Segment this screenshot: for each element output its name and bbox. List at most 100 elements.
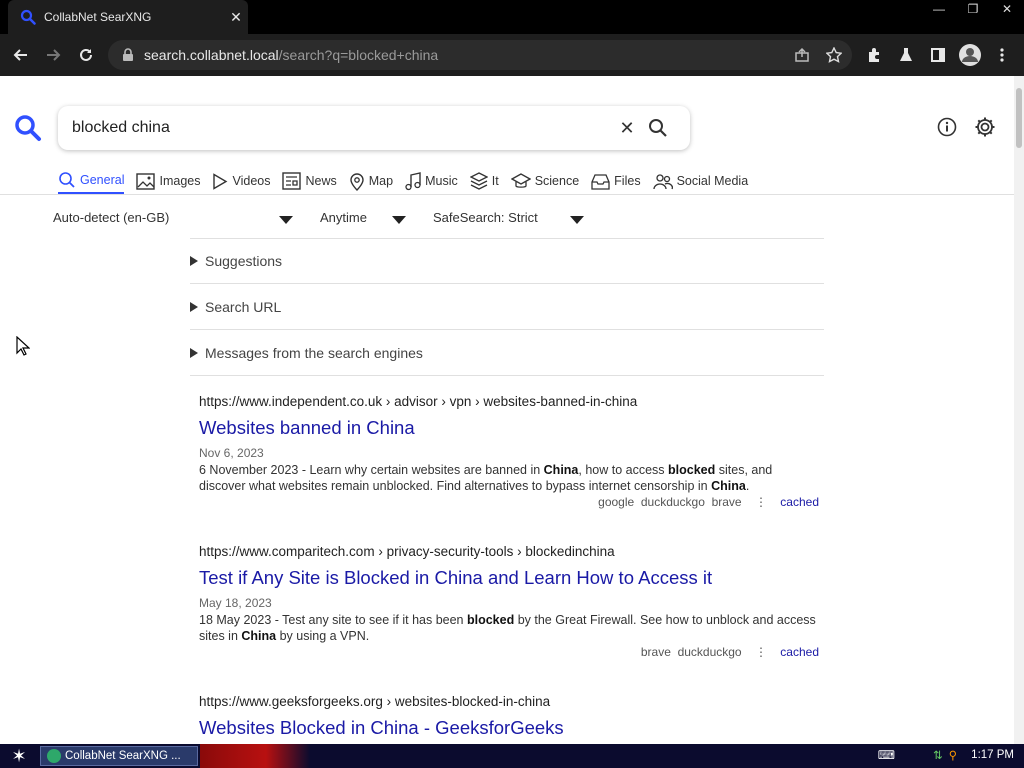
tab-title: CollabNet SearXNG	[44, 10, 152, 24]
search-tray-icon[interactable]: ⚲	[949, 748, 957, 762]
search-url-label: Search URL	[205, 298, 282, 315]
tab-label: Music	[425, 174, 458, 188]
lock-icon	[123, 48, 133, 61]
category-tabs: General Images Videos News Map Music It	[58, 168, 760, 194]
start-menu-star-icon[interactable]: ✶	[4, 746, 34, 766]
forward-icon[interactable]	[40, 42, 66, 68]
taskbar-item-label: CollabNet SearXNG ...	[65, 750, 181, 762]
result-title-link[interactable]: Websites banned in China	[199, 417, 819, 439]
labs-flask-icon[interactable]	[893, 42, 919, 68]
result-url-host: https://www.geeksforgeeks.org	[199, 694, 383, 709]
disclosure-triangle-icon	[190, 256, 198, 266]
search-submit-icon[interactable]	[648, 118, 668, 138]
result-engines: google duckduckgo brave ⋮ cached	[199, 495, 819, 509]
scrollbar-thumb[interactable]	[1016, 88, 1022, 148]
language-value: Auto-detect (en-GB)	[53, 210, 170, 225]
browser-tab[interactable]: CollabNet SearXNG ✕	[8, 0, 248, 34]
tab-label: It	[491, 174, 499, 188]
tab-label: General	[80, 173, 125, 187]
info-icon[interactable]	[937, 117, 957, 137]
graduation-cap-icon	[510, 173, 531, 188]
result-title-link[interactable]: Websites Blocked in China - GeeksforGeek…	[199, 717, 819, 739]
minimize-icon[interactable]: —	[922, 0, 956, 18]
tab-it[interactable]: It	[469, 168, 499, 194]
play-icon	[213, 172, 228, 190]
taskbar-browser-item[interactable]: CollabNet SearXNG ...	[40, 746, 198, 766]
tab-files[interactable]: Files	[591, 168, 641, 194]
tab-label: Videos	[232, 174, 271, 188]
search-input[interactable]	[72, 119, 612, 137]
result-date: Nov 6, 2023	[199, 446, 264, 460]
search-url-panel[interactable]: Search URL	[190, 284, 824, 330]
suggestions-label: Suggestions	[205, 253, 283, 269]
network-icon[interactable]: ⇅	[933, 748, 943, 762]
searxng-page: ✕ General Images Videos News	[0, 76, 1014, 744]
tab-news[interactable]: News	[282, 168, 337, 194]
disclosure-triangle-icon	[190, 347, 198, 358]
searxng-logo-icon[interactable]	[14, 114, 42, 147]
share-icon[interactable]	[794, 47, 810, 63]
suggestions-panel[interactable]: Suggestions	[190, 238, 824, 284]
engine-messages-panel[interactable]: Messages from the search engines	[190, 330, 824, 376]
tab-social-media[interactable]: Social Media	[652, 168, 748, 194]
result-title-link[interactable]: Test if Any Site is Blocked in China and…	[199, 567, 819, 589]
settings-gear-icon[interactable]	[974, 116, 996, 138]
header-divider	[0, 194, 1014, 195]
browser-menu-icon[interactable]	[989, 42, 1015, 68]
reload-icon[interactable]	[73, 42, 99, 68]
clear-search-icon[interactable]: ✕	[612, 118, 642, 139]
mouse-cursor-icon	[16, 336, 30, 356]
chevron-down-icon[interactable]	[279, 216, 293, 224]
side-panel-icon[interactable]	[925, 42, 951, 68]
profile-avatar-icon[interactable]	[957, 42, 983, 68]
tab-close-icon[interactable]: ✕	[224, 9, 248, 26]
url-host: search.collabnet.local	[144, 47, 279, 63]
tab-map[interactable]: Map	[349, 168, 393, 194]
engine-name: brave	[640, 645, 671, 659]
window-controls: — ❐ ✕	[922, 0, 1024, 18]
keyboard-icon[interactable]: ⌨	[878, 748, 895, 762]
browser-toolbar: search.collabnet.local/search?q=blocked+…	[0, 34, 1024, 76]
tab-images[interactable]: Images	[136, 168, 200, 194]
result-url-host: https://www.independent.co.uk	[199, 394, 383, 409]
tab-label: Images	[159, 174, 201, 188]
tab-label: News	[305, 174, 337, 188]
safesearch-select[interactable]: SafeSearch: Strict	[433, 210, 538, 225]
tab-general[interactable]: General	[58, 168, 125, 194]
engine-name: duckduckgo	[640, 495, 705, 509]
layers-icon	[469, 172, 488, 190]
chevron-down-icon[interactable]	[392, 216, 406, 224]
result-url[interactable]: https://www.comparitech.com › privacy-se…	[199, 544, 819, 559]
page-scrollbar[interactable]	[1014, 76, 1024, 744]
extensions-icon[interactable]	[861, 42, 887, 68]
bookmark-star-icon[interactable]	[826, 47, 842, 63]
cached-link[interactable]: cached	[780, 645, 819, 659]
os-taskbar: ✶ CollabNet SearXNG ... ⌨ ⇅ ⚲ 1:17 PM	[0, 744, 1024, 768]
window-close-icon[interactable]: ✕	[990, 0, 1024, 18]
chevron-down-icon[interactable]	[570, 216, 584, 224]
searxng-favicon-icon	[20, 9, 36, 25]
time-range-select[interactable]: Anytime	[320, 210, 367, 225]
result-url[interactable]: https://www.independent.co.uk › advisor …	[199, 394, 819, 409]
search-result: https://www.independent.co.uk › advisor …	[199, 394, 819, 509]
cached-link[interactable]: cached	[780, 495, 819, 509]
people-icon	[652, 173, 673, 189]
system-tray: ⌨ ⇅ ⚲ 1:17 PM	[878, 748, 1014, 762]
restore-icon[interactable]: ❐	[956, 0, 990, 18]
engine-name: duckduckgo	[677, 645, 742, 659]
tab-music[interactable]: Music	[405, 168, 458, 194]
back-icon[interactable]	[8, 42, 34, 68]
result-url[interactable]: https://www.geeksforgeeks.org › websites…	[199, 694, 819, 709]
result-snippet: 18 May 2023 - Test any site to see if it…	[199, 613, 816, 643]
result-engines: brave duckduckgo ⋮ cached	[199, 645, 819, 659]
more-vertical-icon[interactable]: ⋮	[755, 495, 767, 509]
language-select[interactable]: Auto-detect (en-GB)	[53, 210, 169, 225]
address-bar[interactable]: search.collabnet.local/search?q=blocked+…	[108, 40, 852, 70]
more-vertical-icon[interactable]: ⋮	[755, 645, 767, 659]
clock: 1:17 PM	[971, 749, 1014, 761]
engine-name: brave	[711, 495, 742, 509]
tab-label: Files	[614, 174, 641, 188]
result-url-path: › privacy-security-tools › blockedinchin…	[378, 544, 615, 559]
tab-science[interactable]: Science	[510, 168, 579, 194]
tab-videos[interactable]: Videos	[212, 168, 270, 194]
